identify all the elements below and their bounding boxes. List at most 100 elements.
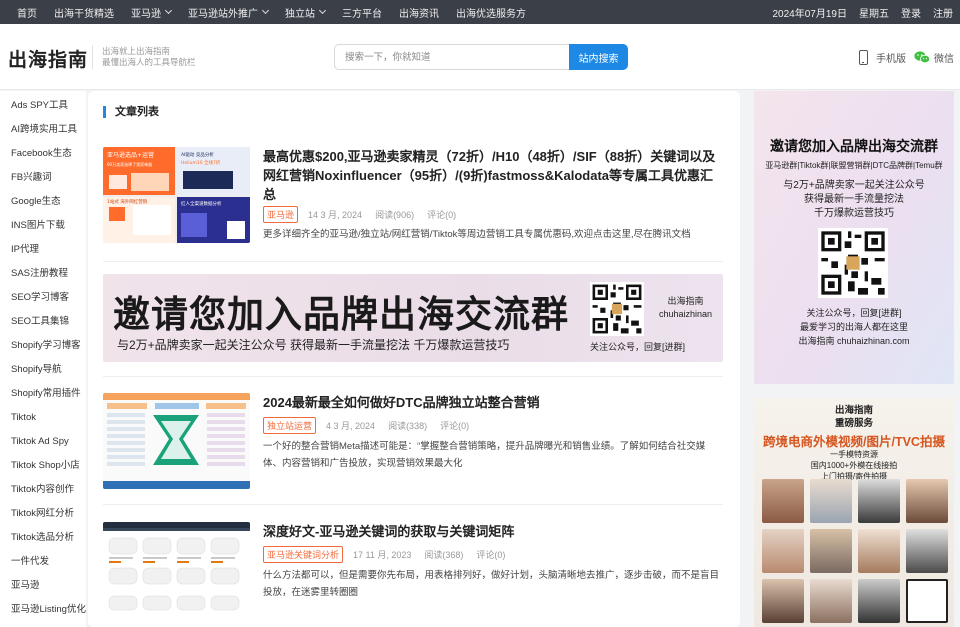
register-link[interactable]: 注册 xyxy=(933,5,953,20)
model-shooting-service-ad[interactable]: 出海指南 重磅服务 跨境电商外模视频/图片/TVC拍摄 一手模特资源 国内100… xyxy=(754,398,954,627)
amazon-pillow-listing-image xyxy=(103,522,250,618)
divider xyxy=(103,376,723,377)
sidebar-item[interactable]: Tiktok内容创作 xyxy=(0,478,86,502)
sidebar-item[interactable]: Tiktok Ad Spy xyxy=(0,430,86,454)
nav-news[interactable]: 出海资讯 xyxy=(399,5,439,20)
site-logo[interactable]: 出海指南 xyxy=(8,45,88,72)
ad-body: 一手模特资源 国内1000+外模在线接拍 上门拍摄/寄件拍摄 xyxy=(810,450,898,481)
article-item: 亚马逊选品+运营 60万卖家选择了我家神器 AI驱动 竞品分析 Helium10… xyxy=(103,147,723,247)
article-date: 17 11 月, 2023 xyxy=(353,550,412,560)
search-input[interactable] xyxy=(334,44,570,70)
thumb-text-bottom-mid: 红人全渠道数据分析 xyxy=(181,200,222,207)
ad-brand: 出海指南 重磅服务 xyxy=(834,405,873,429)
chevron-down-icon xyxy=(164,6,173,15)
ad-body: 与2万+品牌卖家一起关注公众号 获得最新一手流量挖法 千万爆款运营技巧 xyxy=(783,180,925,219)
model-photo xyxy=(762,479,804,523)
article-excerpt: 一个好的整合营销Meta描述可能是：“掌握整合营销策略，提升品牌曝光和销售业绩。… xyxy=(263,441,706,469)
qr-code-image xyxy=(906,579,948,623)
nav-featured[interactable]: 出海干货精选 xyxy=(54,5,114,20)
sidebar-item[interactable]: Facebook生态 xyxy=(0,142,86,166)
article-item: 深度好文-亚马逊关键词的获取与关键词矩阵 亚马逊关键词分析 17 11 月, 2… xyxy=(103,522,723,622)
article-meta: 独立站运营 4 3 月, 2024 阅读(338) 评论(0) xyxy=(263,417,482,434)
article-title[interactable]: 2024最新最全如何做好DTC品牌独立站整合营销 xyxy=(263,393,723,412)
sidebar-item[interactable]: SEO学习博客 xyxy=(0,286,86,310)
weekday: 星期五 xyxy=(859,8,889,20)
site-search-button[interactable]: 站内搜索 xyxy=(569,44,628,70)
marketing-diagram-image xyxy=(103,393,250,489)
sidebar-item[interactable]: Tiktok网红分析 xyxy=(0,502,86,526)
model-photo xyxy=(762,529,804,573)
chevron-down-icon xyxy=(318,6,327,15)
top-nav: 首页 出海干货精选 亚马逊 亚马逊站外推广 独立站 三方平台 出海资讯 出海优选… xyxy=(0,0,526,24)
nav-home[interactable]: 首页 xyxy=(17,5,37,20)
sidebar-item[interactable]: Shopify常用插件 xyxy=(0,382,86,406)
category-tag[interactable]: 独立站运营 xyxy=(263,417,317,434)
category-sidebar: Ads SPY工具 AI跨境实用工具 Facebook生态 FB兴趣词 Goog… xyxy=(0,91,86,627)
nav-amazon[interactable]: 亚马逊 xyxy=(131,5,173,20)
nav-third-party[interactable]: 三方平台 xyxy=(342,5,382,20)
qr-code-image xyxy=(590,282,644,336)
model-photo xyxy=(858,529,900,573)
sidebar-item[interactable]: 亚马逊Listing优化 xyxy=(0,598,86,622)
model-photo xyxy=(810,579,852,623)
category-tag[interactable]: 亚马逊关键词分析 xyxy=(263,546,344,563)
article-excerpt: 什么方法都可以，但是需要你先布局，用表格排列好，做好计划，头脑清晰地去推广，逐步… xyxy=(263,570,720,598)
mobile-version-link[interactable]: 手机版 xyxy=(859,50,906,65)
thumb-text-mid-sub: Helium10 全线7折 xyxy=(181,159,221,166)
ad-footer: 关注公众号，回复[进群] 最爱学习的出海人都在这里 出海指南 chuhaizhi… xyxy=(798,308,910,346)
sidebar-item[interactable]: Shopify学习博客 xyxy=(0,334,86,358)
banner-follow-text: 关注公众号，回复[进群] xyxy=(590,342,686,352)
article-title[interactable]: 深度好文-亚马逊关键词的获取与关键词矩阵 xyxy=(263,522,723,541)
thumb-text-bottom-left: 1站式 海外网红营销 xyxy=(107,198,148,205)
ad-headline: 跨境电商外模视频/图片/TVC拍摄 xyxy=(763,435,945,449)
thumb-text-mid: AI驱动 竞品分析 xyxy=(181,151,214,158)
sidebar-item[interactable]: Tiktok xyxy=(0,406,86,430)
wechat-icon xyxy=(914,51,930,64)
article-reads: 阅读(368) xyxy=(424,550,464,560)
sidebar-item[interactable]: Ads SPY工具 xyxy=(0,94,86,118)
article-comments: 评论(0) xyxy=(440,421,470,431)
nav-standalone-site[interactable]: 独立站 xyxy=(285,5,327,20)
sidebar-item[interactable]: FB兴趣词 xyxy=(0,166,86,190)
sidebar-item[interactable]: Tiktok选品分析 xyxy=(0,526,86,550)
wechat-link[interactable]: 微信 xyxy=(914,50,954,65)
article-excerpt: 更多详细齐全的亚马逊/独立站/网红营销/Tiktok等周边营销工具专属优惠码,欢… xyxy=(263,229,691,240)
wechat-group-ad[interactable]: 邀请您加入品牌出海交流群 亚马逊群|Tiktok群|联盟营销群|DTC品牌群|T… xyxy=(754,91,954,384)
site-header: 出海指南 出海就上出海指南 最懂出海人的工具导航栏 站内搜索 手机版 微信 xyxy=(0,24,960,90)
sidebar-item[interactable]: 一件代发 xyxy=(0,550,86,574)
nav-service-providers[interactable]: 出海优选服务方 xyxy=(456,5,526,20)
model-photo xyxy=(762,579,804,623)
sidebar-item[interactable]: SEO工具集锦 xyxy=(0,310,86,334)
model-photo xyxy=(810,479,852,523)
model-photo xyxy=(906,529,948,573)
sidebar-item[interactable]: SAS注册教程 xyxy=(0,262,86,286)
model-photo xyxy=(858,479,900,523)
wechat-group-banner[interactable]: 邀请您加入品牌出海交流群 与2万+品牌卖家一起关注公众号 获得最新一手流量挖法 … xyxy=(103,274,723,362)
model-photo-grid xyxy=(762,479,948,627)
article-thumbnail[interactable] xyxy=(103,522,250,618)
article-thumbnail[interactable] xyxy=(103,393,250,489)
sidebar-item[interactable]: Tiktok Shop小店 xyxy=(0,454,86,478)
model-photo xyxy=(858,579,900,623)
sidebar-item[interactable]: Google生态 xyxy=(0,190,86,214)
sidebar-item[interactable]: AI跨境实用工具 xyxy=(0,118,86,142)
current-date: 2024年07月19日 xyxy=(772,8,848,20)
logo-divider xyxy=(92,45,93,69)
sidebar-item[interactable]: Shopify导航 xyxy=(0,358,86,382)
article-thumbnail[interactable]: 亚马逊选品+运营 60万卖家选择了我家神器 AI驱动 竞品分析 Helium10… xyxy=(103,147,250,243)
article-meta: 亚马逊 14 3 月, 2024 阅读(906) 评论(0) xyxy=(263,206,469,223)
site-slogan: 出海就上出海指南 最懂出海人的工具导航栏 xyxy=(102,46,196,67)
ad-headline: 邀请您加入品牌出海交流群 xyxy=(770,138,938,154)
phone-icon xyxy=(859,50,868,65)
login-link[interactable]: 登录 xyxy=(901,5,921,20)
chevron-down-icon xyxy=(261,6,270,15)
divider xyxy=(103,261,723,262)
article-date: 4 3 月, 2024 xyxy=(326,421,376,431)
category-tag[interactable]: 亚马逊 xyxy=(263,206,299,223)
article-comments: 评论(0) xyxy=(476,550,506,560)
sidebar-item[interactable]: INS图片下载 xyxy=(0,214,86,238)
sidebar-item[interactable]: 亚马逊 xyxy=(0,574,86,598)
sidebar-item[interactable]: IP代理 xyxy=(0,238,86,262)
article-title[interactable]: 最高优惠$200,亚马逊卖家精灵（72折）/H10（48折）/SIF（88折）关… xyxy=(263,147,723,204)
nav-amazon-offsite[interactable]: 亚马逊站外推广 xyxy=(188,5,270,20)
